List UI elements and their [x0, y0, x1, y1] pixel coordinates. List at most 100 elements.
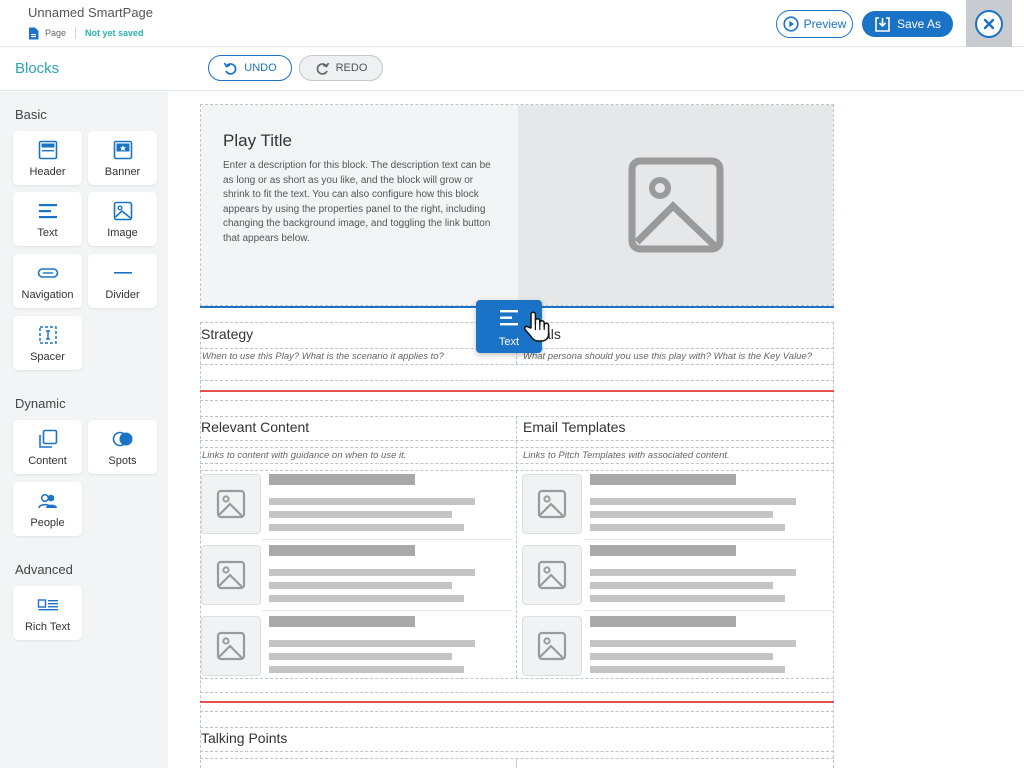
- image-placeholder-icon: [537, 631, 567, 661]
- sidebar-header: Blocks: [0, 47, 180, 91]
- goals-subtitle[interactable]: What persona should you use this play wi…: [523, 351, 812, 362]
- email-template-item[interactable]: [521, 543, 831, 609]
- column-divider: [516, 758, 517, 768]
- block-tile-text[interactable]: Text: [13, 192, 82, 246]
- redo-button[interactable]: REDO: [299, 55, 383, 81]
- content-item[interactable]: [200, 472, 510, 538]
- save-download-icon: [875, 16, 890, 32]
- email-templates-title[interactable]: Email Templates: [523, 419, 625, 435]
- block-tile-divider[interactable]: Divider: [88, 254, 157, 308]
- undo-button[interactable]: UNDO: [208, 55, 292, 81]
- save-status: Not yet saved: [85, 28, 144, 38]
- relevant-content-subtitle[interactable]: Links to content with guidance on when t…: [202, 450, 406, 461]
- undo-icon: [224, 62, 237, 75]
- hero-title[interactable]: Play Title: [223, 131, 292, 151]
- hero-block[interactable]: Play Title Enter a description for this …: [200, 104, 834, 306]
- placeholder-title-bar: [590, 545, 736, 556]
- block-border: [200, 678, 834, 679]
- text-icon: [500, 310, 518, 326]
- row-divider: [262, 539, 512, 540]
- column-divider: [516, 416, 517, 678]
- editor-toolbar: UNDO REDO: [180, 47, 1024, 91]
- block-tile-image[interactable]: Image: [88, 192, 157, 246]
- hero-text-area: Play Title Enter a description for this …: [201, 105, 518, 305]
- document-type: Page: [45, 28, 67, 38]
- image-placeholder-icon: [537, 489, 567, 519]
- block-tile-header[interactable]: Header: [13, 131, 82, 185]
- divider-icon: [113, 272, 132, 274]
- block-border: [200, 400, 834, 401]
- email-templates-subtitle[interactable]: Links to Pitch Templates with associated…: [523, 450, 730, 461]
- block-tile-rich-text[interactable]: Rich Text: [13, 586, 82, 640]
- block-tile-label: Spots: [108, 455, 137, 467]
- document-meta: Page Not yet saved: [28, 26, 144, 40]
- sidebar-title: Blocks: [15, 60, 60, 77]
- block-tile-navigation[interactable]: Navigation: [13, 254, 82, 308]
- grab-hand-cursor-icon: [523, 311, 550, 342]
- drop-zone-indicator: [200, 701, 834, 703]
- undo-label: UNDO: [244, 62, 277, 74]
- hero-description[interactable]: Enter a description for this block. The …: [223, 159, 499, 247]
- placeholder-text-bar: [269, 498, 475, 505]
- content-thumbnail: [522, 616, 582, 676]
- block-tile-label: Divider: [105, 289, 140, 301]
- content-thumbnail: [522, 545, 582, 605]
- strategy-title[interactable]: Strategy: [201, 326, 253, 342]
- placeholder-text-bar: [590, 511, 773, 518]
- email-template-item[interactable]: [521, 614, 831, 680]
- block-border: [200, 692, 834, 693]
- image-placeholder-icon: [216, 631, 246, 661]
- redo-label: REDO: [335, 62, 368, 74]
- section-label-advanced: Advanced: [15, 562, 73, 577]
- block-border: [200, 727, 834, 728]
- rich-text-icon: [37, 599, 58, 611]
- header-icon: [38, 140, 57, 160]
- placeholder-text-bar: [590, 498, 796, 505]
- placeholder-title-bar: [590, 474, 736, 485]
- content-item[interactable]: [200, 614, 510, 680]
- close-icon: [983, 18, 995, 29]
- preview-button[interactable]: Preview: [776, 10, 853, 38]
- block-tile-spots[interactable]: Spots: [88, 420, 157, 474]
- strategy-subtitle[interactable]: When to use this Play? What is the scena…: [202, 351, 444, 362]
- close-button[interactable]: [975, 9, 1003, 38]
- save-as-button[interactable]: Save As: [862, 11, 953, 37]
- top-bar: Unnamed SmartPage Page Not yet saved Pre…: [0, 0, 1024, 47]
- row-divider: [262, 610, 512, 611]
- content-thumbnail: [201, 474, 261, 534]
- block-border: [200, 711, 834, 712]
- preview-label: Preview: [803, 17, 847, 31]
- block-tile-label: Spacer: [30, 351, 65, 363]
- block-border: [200, 364, 834, 365]
- relevant-content-title[interactable]: Relevant Content: [201, 419, 309, 435]
- content-item[interactable]: [200, 543, 510, 609]
- banner-icon: [113, 140, 132, 160]
- image-placeholder-icon: [537, 560, 567, 590]
- people-icon: [37, 493, 57, 509]
- block-tile-people[interactable]: People: [13, 482, 82, 536]
- placeholder-text-bar: [269, 511, 452, 518]
- block-border: [200, 751, 834, 752]
- placeholder-text-bar: [269, 524, 464, 531]
- block-tile-spacer[interactable]: Spacer: [13, 316, 82, 370]
- navigation-icon: [37, 268, 58, 278]
- block-tile-banner[interactable]: Banner: [88, 131, 157, 185]
- placeholder-text-bar: [590, 595, 785, 602]
- section-label-basic: Basic: [15, 107, 47, 122]
- email-template-item[interactable]: [521, 472, 831, 538]
- row-divider: [583, 539, 833, 540]
- block-tile-label: Text: [37, 227, 58, 239]
- meta-divider: [75, 27, 77, 39]
- block-border: [200, 440, 834, 441]
- block-tile-content[interactable]: Content: [13, 420, 82, 474]
- placeholder-title-bar: [269, 616, 415, 627]
- block-tile-label: People: [30, 517, 65, 529]
- talking-points-title[interactable]: Talking Points: [201, 730, 287, 746]
- text-icon: [38, 204, 57, 219]
- placeholder-text-bar: [269, 640, 475, 647]
- block-tile-label: Image: [107, 227, 138, 239]
- hero-image-placeholder[interactable]: [518, 105, 833, 305]
- document-title[interactable]: Unnamed SmartPage: [28, 5, 153, 20]
- image-placeholder-icon: [216, 560, 246, 590]
- placeholder-text-bar: [269, 569, 475, 576]
